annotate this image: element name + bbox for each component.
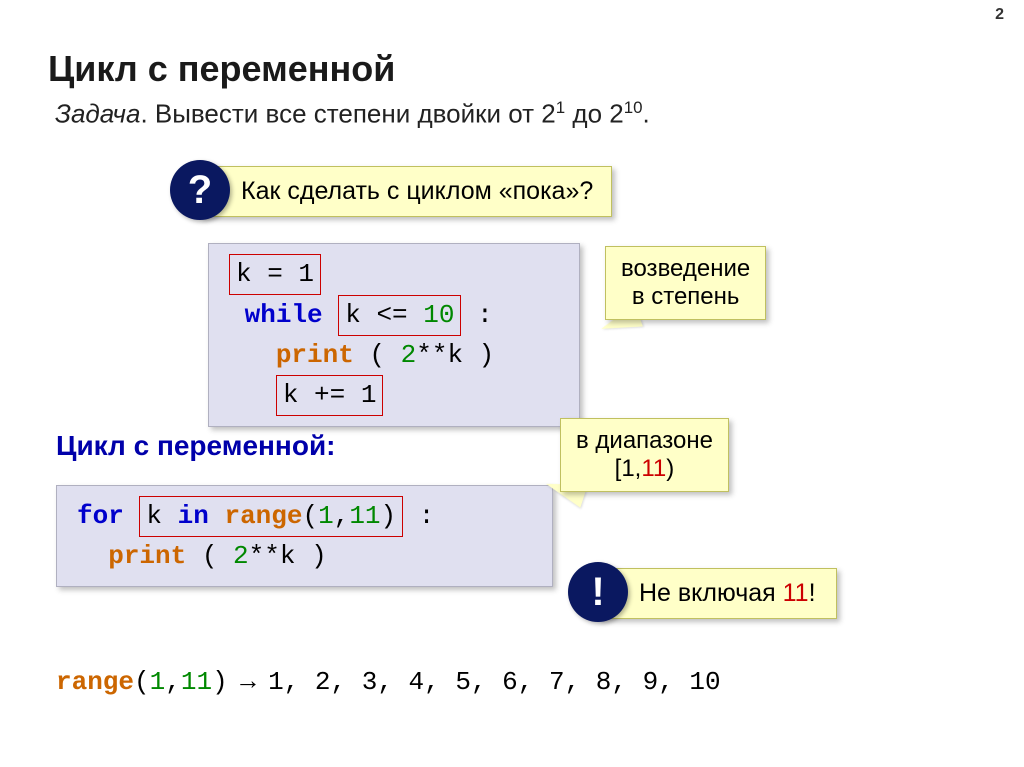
code-redbox-init: k = 1	[229, 254, 321, 295]
callout2-line1: в диапазоне	[576, 427, 713, 455]
paren: (	[354, 340, 401, 370]
rb-close: )	[381, 501, 397, 531]
task-text-c: .	[643, 99, 650, 129]
code-line-1: k = 1	[229, 254, 559, 295]
code-redbox-range: k in range(1,11)	[139, 496, 403, 537]
page-number: 2	[995, 6, 1004, 24]
page-title: Цикл с переменной	[48, 48, 395, 90]
callout1-line1: возведение	[621, 255, 750, 283]
code-line-4: k += 1	[229, 375, 559, 416]
rl-comma: ,	[165, 667, 181, 697]
excl-num: 11	[783, 579, 809, 607]
colon: :	[461, 300, 492, 330]
exclaim-callout: Не включая 11!	[598, 568, 837, 619]
for-line-2: print ( 2**k )	[77, 537, 532, 576]
rl-open: (	[134, 667, 150, 697]
task-text-b: до 2	[565, 99, 624, 129]
kw-in: in	[178, 501, 209, 531]
rl-close: )	[212, 667, 228, 697]
rb-n2: 11	[349, 501, 380, 531]
callout2-line2: [1,11)	[576, 455, 713, 483]
co2a: [1,	[615, 455, 642, 482]
fn-range: range	[209, 501, 303, 531]
question-icon: ?	[170, 160, 230, 220]
excl-b: !	[809, 579, 816, 607]
code-line-2: while k <= 10 :	[229, 295, 559, 336]
rl-seq: 1, 2, 3, 4, 5, 6, 7, 8, 9, 10	[268, 667, 720, 697]
code-block-while: k = 1 while k <= 10 : print ( 2**k ) k +…	[208, 243, 580, 427]
rl-n1: 1	[150, 667, 166, 697]
keyword-while: while	[245, 300, 323, 330]
cond-num: 10	[423, 300, 454, 330]
exclaim-icon: !	[568, 562, 628, 622]
task-sup1: 1	[556, 98, 565, 117]
callout1-line2: в степень	[621, 283, 750, 311]
rb-n1: 1	[318, 501, 334, 531]
num2: 2	[401, 340, 417, 370]
code-redbox-incr: k += 1	[276, 375, 384, 416]
for-colon: :	[403, 501, 434, 531]
co2b: 11	[641, 455, 666, 482]
for-line-1: for k in range(1,11) :	[77, 496, 532, 537]
arrow-icon: →	[228, 665, 268, 695]
cond-a: k <=	[345, 300, 423, 330]
code-line-3: print ( 2**k )	[229, 336, 559, 375]
kw-for: for	[77, 501, 124, 531]
fn-print2: print	[108, 541, 186, 571]
code-block-for: for k in range(1,11) : print ( 2**k )	[56, 485, 553, 587]
callout-range: в диапазоне [1,11)	[560, 418, 729, 492]
task-sup2: 10	[624, 98, 643, 117]
rb-open: (	[302, 501, 318, 531]
task-line: Задача. Вывести все степени двойки от 21…	[55, 98, 650, 130]
excl-a: Не включая	[639, 579, 783, 607]
p2-rest: **k )	[249, 541, 327, 571]
rest: **k )	[416, 340, 494, 370]
co2c: )	[666, 455, 674, 482]
task-text-a: . Вывести все степени двойки от 2	[140, 99, 555, 129]
p2-open: (	[186, 541, 233, 571]
rb-comma: ,	[334, 501, 350, 531]
code-redbox-cond: k <= 10	[338, 295, 461, 336]
rl-fn: range	[56, 667, 134, 697]
callout-exponent: возведение в степень	[605, 246, 766, 320]
p2-num: 2	[233, 541, 249, 571]
subheading-for-loop: Цикл с переменной:	[56, 430, 335, 462]
fn-print: print	[276, 340, 354, 370]
rb-a: k	[146, 501, 177, 531]
question-callout: Как сделать с циклом «пока»?	[200, 166, 612, 217]
rl-n2: 11	[181, 667, 212, 697]
range-expansion: range(1,11) → 1, 2, 3, 4, 5, 6, 7, 8, 9,…	[56, 665, 721, 697]
task-label: Задача	[55, 99, 140, 129]
